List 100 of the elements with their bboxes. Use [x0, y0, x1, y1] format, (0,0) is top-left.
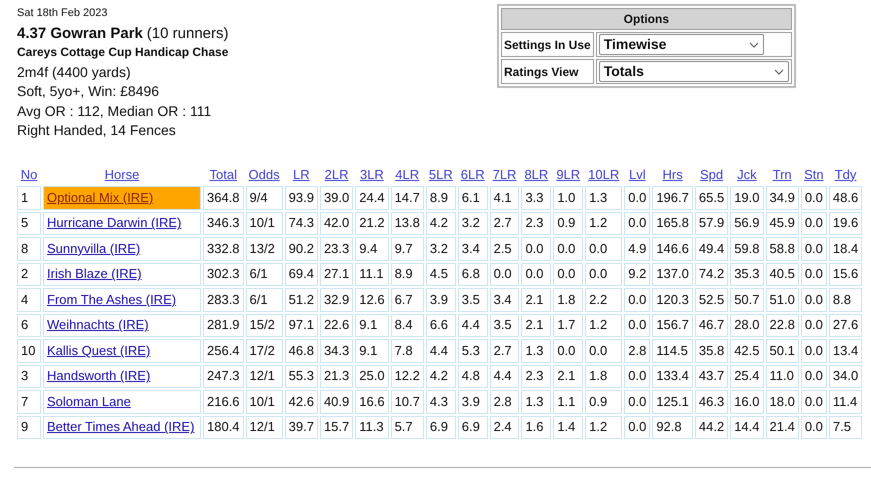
- column-header[interactable]: Stn: [804, 166, 824, 182]
- table-cell: 8.9: [390, 262, 424, 286]
- table-cell: 4.1: [490, 186, 520, 210]
- table-cell: 46.3: [694, 390, 728, 414]
- horse-link[interactable]: Optional Mix (IRE): [47, 190, 154, 205]
- column-header[interactable]: 10LR: [588, 166, 620, 182]
- table-cell: 12/1: [246, 364, 283, 388]
- table-cell: 4.3: [426, 390, 456, 414]
- column-header[interactable]: Hrs: [662, 166, 683, 182]
- table-cell: 46.8: [284, 339, 318, 362]
- column-header[interactable]: 8LR: [524, 166, 548, 182]
- table-cell: 1.3: [521, 390, 552, 414]
- table-cell: 11.1: [355, 262, 389, 286]
- column-header[interactable]: No: [20, 166, 38, 182]
- horse-link[interactable]: Handsworth (IRE): [47, 368, 150, 384]
- column-header[interactable]: 5LR: [428, 166, 453, 182]
- table-cell: 10.7: [390, 390, 424, 414]
- table-cell: 19.0: [730, 186, 764, 210]
- column-header[interactable]: Odds: [248, 166, 280, 182]
- horse-link[interactable]: Kallis Quest (IRE): [47, 342, 150, 358]
- table-cell: 18.4: [828, 237, 862, 260]
- table-cell: 1.2: [585, 212, 622, 235]
- table-cell: 146.6: [652, 237, 693, 260]
- table-cell: 40.9: [320, 390, 354, 414]
- table-cell: 40.5: [766, 262, 799, 286]
- table-cell: 6.8: [458, 262, 488, 286]
- table-cell: 12/1: [246, 416, 283, 439]
- table-cell: 59.8: [730, 237, 764, 260]
- table-cell: 302.3: [203, 262, 244, 286]
- dropdown[interactable]: Totals: [598, 61, 789, 82]
- column-header[interactable]: 4LR: [395, 166, 420, 182]
- table-cell: 0.0: [521, 262, 552, 286]
- horse-link[interactable]: Weihnachts (IRE): [47, 317, 149, 332]
- horse-cell[interactable]: From The Ashes (IRE): [43, 288, 201, 312]
- table-cell: 114.5: [652, 339, 693, 362]
- table-cell: 50.1: [766, 339, 799, 362]
- table-cell: 5.7: [390, 416, 424, 439]
- horse-cell[interactable]: Hurricane Darwin (IRE): [43, 212, 201, 235]
- column-header[interactable]: Total: [210, 166, 237, 182]
- horse-cell[interactable]: Soloman Lane: [43, 390, 201, 414]
- table-cell: 3.2: [426, 237, 456, 260]
- column-header[interactable]: Tdy: [834, 166, 856, 182]
- table-cell: 8: [17, 237, 41, 260]
- table-cell: 9.4: [355, 237, 389, 260]
- table-cell: 165.8: [652, 212, 693, 235]
- column-header[interactable]: 2LR: [324, 166, 349, 182]
- horse-cell[interactable]: Optional Mix (IRE): [43, 186, 201, 210]
- horse-cell[interactable]: Handsworth (IRE): [43, 364, 201, 388]
- column-header[interactable]: Horse: [104, 166, 140, 182]
- table-cell: 332.8: [203, 237, 244, 260]
- horse-link[interactable]: Soloman Lane: [47, 394, 131, 409]
- dropdown[interactable]: Timewise: [598, 34, 764, 55]
- table-cell: 9: [17, 416, 41, 439]
- table-cell: 51.2: [284, 288, 318, 312]
- horse-cell[interactable]: Weihnachts (IRE): [43, 314, 201, 337]
- column-header[interactable]: 9LR: [556, 166, 580, 182]
- table-cell: 137.0: [652, 262, 693, 286]
- column-header[interactable]: Jck: [737, 166, 757, 182]
- column-header[interactable]: Spd: [700, 166, 724, 182]
- table-cell: 34.3: [320, 339, 354, 362]
- table-cell: 3.9: [458, 390, 488, 414]
- table-cell: 74.3: [284, 212, 318, 235]
- table-cell: 0.0: [624, 288, 650, 312]
- horse-cell[interactable]: Sunnyvilla (IRE): [43, 237, 201, 260]
- table-cell: 0.0: [553, 339, 584, 362]
- table-cell: 0.0: [800, 364, 827, 388]
- horse-link[interactable]: Better Times Ahead (IRE): [47, 419, 194, 434]
- table-cell: 55.3: [284, 364, 318, 388]
- horse-cell[interactable]: Irish Blaze (IRE): [43, 262, 201, 286]
- column-header[interactable]: Lvl: [628, 166, 646, 182]
- option-label: Ratings View: [501, 59, 594, 84]
- horse-link[interactable]: Hurricane Darwin (IRE): [47, 215, 182, 230]
- table-cell: 216.6: [203, 390, 244, 414]
- table-cell: 44.2: [694, 416, 728, 439]
- column-header[interactable]: Trn: [772, 166, 792, 182]
- horse-link[interactable]: Sunnyvilla (IRE): [47, 240, 140, 256]
- column-header[interactable]: 6LR: [460, 166, 485, 182]
- table-cell: 35.3: [730, 262, 764, 286]
- horse-cell[interactable]: Kallis Quest (IRE): [43, 339, 201, 362]
- horse-cell[interactable]: Better Times Ahead (IRE): [43, 416, 201, 439]
- horse-link[interactable]: Irish Blaze (IRE): [47, 266, 142, 282]
- horse-link[interactable]: From The Ashes (IRE): [47, 292, 176, 307]
- table-cell: 22.6: [320, 314, 354, 337]
- column-header[interactable]: LR: [292, 166, 310, 182]
- table-cell: 14.4: [730, 416, 764, 439]
- table-cell: 27.6: [828, 314, 862, 337]
- race-distance: 2m4f (4400 yards): [17, 62, 132, 82]
- race-title: 4.37 Gowran Park: [17, 24, 143, 42]
- table-cell: 50.7: [730, 288, 764, 312]
- table-cell: 1.8: [585, 364, 622, 388]
- table-cell: 8.8: [828, 288, 862, 312]
- table-cell: 0.0: [553, 237, 584, 260]
- table-cell: 4.8: [458, 364, 488, 388]
- table-cell: 120.3: [652, 288, 693, 312]
- table-cell: 97.1: [284, 314, 318, 337]
- column-header[interactable]: 7LR: [492, 166, 516, 182]
- column-header[interactable]: 3LR: [360, 166, 384, 182]
- table-cell: 15.6: [828, 262, 862, 286]
- table-cell: 93.9: [284, 186, 318, 210]
- table-cell: 21.4: [766, 416, 799, 439]
